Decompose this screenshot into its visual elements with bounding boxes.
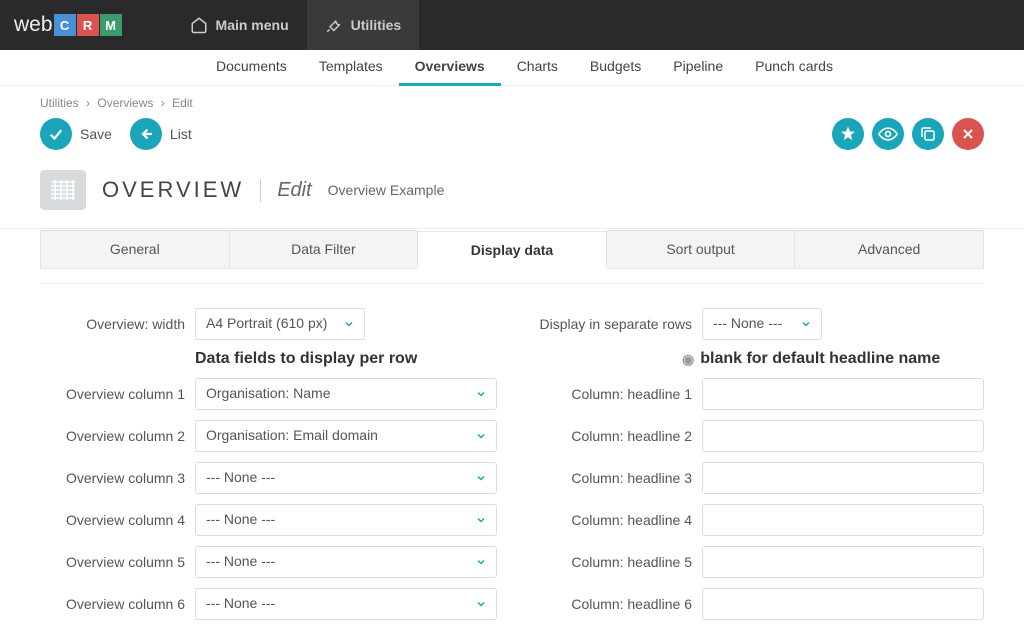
input-headline-5[interactable] (702, 546, 984, 578)
subnav-punchcards[interactable]: Punch cards (739, 49, 849, 86)
tab-advanced[interactable]: Advanced (794, 230, 984, 268)
crumb-edit: Edit (172, 96, 193, 110)
label-h1: Column: headline 1 (527, 386, 702, 402)
home-icon (190, 16, 208, 34)
label-display-separate: Display in separate rows (527, 316, 702, 332)
top-header: web C R M Main menu Utilities (0, 0, 1024, 50)
tab-data-filter[interactable]: Data Filter (229, 230, 419, 268)
logo: web C R M (14, 13, 122, 37)
nav-main-menu[interactable]: Main menu (172, 0, 307, 50)
input-headline-1[interactable] (702, 378, 984, 410)
tab-display-data[interactable]: Display data (417, 231, 607, 269)
copy-button[interactable] (912, 118, 944, 150)
logo-web: web (14, 13, 53, 37)
crumb-overviews[interactable]: Overviews (97, 96, 153, 110)
select-col2[interactable]: Organisation: Email domain (195, 420, 497, 452)
label-h2: Column: headline 2 (527, 428, 702, 444)
nav-utilities[interactable]: Utilities (307, 0, 420, 50)
preview-button[interactable] (872, 118, 904, 150)
list-button[interactable] (130, 118, 162, 150)
label-col5: Overview column 5 (40, 554, 195, 570)
subnav-charts[interactable]: Charts (501, 49, 574, 86)
logo-m: M (100, 14, 122, 36)
left-column: Overview: width A4 Portrait (610 px) Dat… (40, 308, 497, 630)
save-button[interactable] (40, 118, 72, 150)
x-icon (960, 126, 976, 142)
select-col1[interactable]: Organisation: Name (195, 378, 497, 410)
delete-button[interactable] (952, 118, 984, 150)
wrench-icon (325, 16, 343, 34)
arrow-left-icon (137, 125, 155, 143)
config-tabs: General Data Filter Display data Sort ou… (40, 230, 984, 269)
subnav-overviews[interactable]: Overviews (399, 49, 501, 86)
subnav-templates[interactable]: Templates (303, 49, 399, 86)
input-headline-6[interactable] (702, 588, 984, 620)
page-mode: Edit (260, 179, 311, 202)
select-col3[interactable]: --- None --- (195, 462, 497, 494)
input-headline-4[interactable] (702, 504, 984, 536)
select-display-separate[interactable]: --- None --- (702, 308, 822, 340)
label-col2: Overview column 2 (40, 428, 195, 444)
page-header: OVERVIEW Edit Overview Example (0, 160, 1024, 229)
select-col5[interactable]: --- None --- (195, 546, 497, 578)
data-fields-title: Data fields to display per row (195, 350, 497, 368)
list-label: List (170, 126, 192, 142)
label-h3: Column: headline 3 (527, 470, 702, 486)
breadcrumb: Utilities › Overviews › Edit (0, 86, 1024, 114)
label-col4: Overview column 4 (40, 512, 195, 528)
display-data-form: Overview: width A4 Portrait (610 px) Dat… (0, 284, 1024, 640)
label-col1: Overview column 1 (40, 386, 195, 402)
help-icon[interactable]: ◉ (682, 351, 694, 368)
logo-r: R (77, 14, 99, 36)
blank-headlines-title: ◉ blank for default headline name (702, 350, 984, 368)
tab-sort-output[interactable]: Sort output (606, 230, 796, 268)
label-overview-width: Overview: width (40, 316, 195, 332)
right-column: Display in separate rows --- None --- ◉ … (527, 308, 984, 630)
input-headline-2[interactable] (702, 420, 984, 452)
table-icon (49, 179, 77, 201)
action-bar: Save List (0, 114, 1024, 160)
copy-icon (919, 125, 937, 143)
subnav-documents[interactable]: Documents (200, 49, 303, 86)
label-h6: Column: headline 6 (527, 596, 702, 612)
check-icon (47, 125, 65, 143)
save-label: Save (80, 126, 112, 142)
label-col3: Overview column 3 (40, 470, 195, 486)
label-col6: Overview column 6 (40, 596, 195, 612)
top-nav: Main menu Utilities (172, 0, 420, 50)
label-h5: Column: headline 5 (527, 554, 702, 570)
tab-general[interactable]: General (40, 230, 230, 268)
page-example: Overview Example (328, 182, 445, 198)
select-col6[interactable]: --- None --- (195, 588, 497, 620)
eye-icon (878, 124, 898, 144)
subnav-budgets[interactable]: Budgets (574, 49, 657, 86)
label-h4: Column: headline 4 (527, 512, 702, 528)
overview-icon (40, 170, 86, 210)
favorite-button[interactable] (832, 118, 864, 150)
select-overview-width[interactable]: A4 Portrait (610 px) (195, 308, 365, 340)
input-headline-3[interactable] (702, 462, 984, 494)
subnav-pipeline[interactable]: Pipeline (657, 49, 739, 86)
star-plus-icon (839, 125, 857, 143)
sub-nav: Documents Templates Overviews Charts Bud… (0, 50, 1024, 86)
crumb-utilities[interactable]: Utilities (40, 96, 79, 110)
page-title: OVERVIEW (102, 177, 244, 203)
logo-c: C (54, 14, 76, 36)
select-col4[interactable]: --- None --- (195, 504, 497, 536)
